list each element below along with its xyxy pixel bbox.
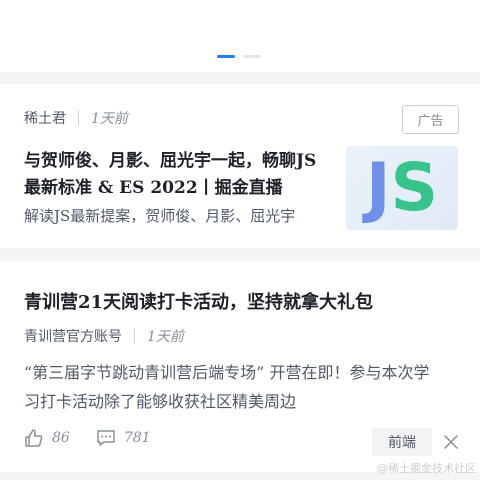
- publish-time: 1天前: [147, 329, 184, 345]
- article-title[interactable]: 与贺师俊、月影、屈光宇一起，畅聊JS最新标准 & ES 2022丨掘金直播: [24, 148, 332, 202]
- ad-card[interactable]: 稀土君 1天前 广告 与贺师俊、月影、屈光宇一起，畅聊JS最新标准 & ES 2…: [0, 84, 480, 248]
- ad-meta: 稀土君 1天前: [24, 108, 128, 128]
- comment-count: 781: [123, 430, 151, 446]
- article-title[interactable]: 青训营21天阅读打卡活动，坚持就拿大礼包: [24, 288, 464, 314]
- thumbs-up-icon: [25, 429, 43, 447]
- meta-divider: [134, 328, 135, 344]
- carousel-indicator: [217, 55, 261, 58]
- watermark: @稀土掘金技术社区: [377, 462, 476, 475]
- publish-time: 1天前: [91, 111, 128, 127]
- banner-area[interactable]: [0, 0, 480, 72]
- article-thumbnail[interactable]: J S: [346, 146, 458, 230]
- author-name[interactable]: 青训营官方账号: [24, 326, 122, 346]
- carousel-dot-active[interactable]: [217, 55, 235, 58]
- post-card[interactable]: 青训营21天阅读打卡活动，坚持就拿大礼包 青训营官方账号 1天前 “第三届字节跳…: [0, 262, 480, 472]
- js-logo-icon-s: S: [390, 149, 439, 226]
- close-icon[interactable]: [442, 433, 460, 451]
- meta-divider: [78, 110, 79, 126]
- author-name[interactable]: 稀土君: [24, 108, 66, 128]
- article-abstract[interactable]: 解读JS最新提案，贺师俊、月影、屈光宇: [24, 205, 332, 226]
- like-button[interactable]: 86: [24, 428, 70, 448]
- ad-badge: 广告: [402, 105, 459, 134]
- category-tag[interactable]: 前端: [372, 428, 432, 456]
- article-abstract[interactable]: “第三届字节跳动青训营后端专场” 开营在即！参与本次学习打卡活动除了能够收获社区…: [24, 358, 436, 416]
- comment-icon: [97, 430, 115, 446]
- js-logo-icon-j: J: [365, 149, 391, 226]
- post-meta: 青训营官方账号 1天前: [24, 326, 184, 346]
- like-count: 86: [52, 430, 70, 446]
- comment-button[interactable]: 781: [96, 428, 151, 448]
- carousel-dot[interactable]: [243, 55, 261, 58]
- article-actions: 86 781: [24, 428, 177, 448]
